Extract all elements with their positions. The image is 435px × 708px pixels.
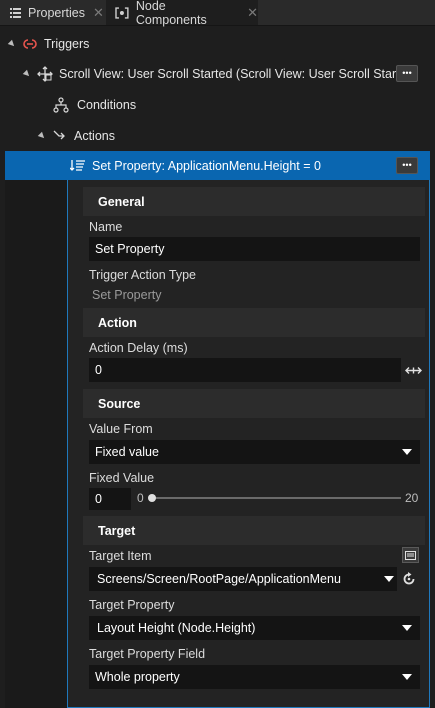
value-from-dropdown[interactable]: Fixed value (89, 440, 420, 464)
section-action-header[interactable]: Action (83, 308, 425, 337)
target-property-field-value: Whole property (95, 670, 180, 684)
name-value: Set Property (95, 242, 165, 256)
properties-icon (10, 7, 21, 18)
node-components-icon (115, 6, 129, 19)
target-property-label: Target Property (89, 598, 175, 612)
name-field[interactable]: Set Property (89, 237, 420, 261)
conditions-icon (53, 96, 69, 113)
section-title: Source (98, 396, 141, 411)
fixed-value-input[interactable]: 0 (89, 488, 131, 510)
tree-item-label: Set Property: ApplicationMenu.Height = 0 (92, 158, 321, 173)
trigger-action-type-label: Trigger Action Type (89, 268, 197, 282)
action-delay-label: Action Delay (ms) (89, 341, 188, 355)
target-property-dropdown[interactable]: Layout Height (Node.Height) (89, 616, 420, 640)
slider-min-label: 0 (137, 491, 144, 505)
tab-label: Node Components (135, 0, 207, 27)
tab-node-components[interactable]: Node Components ✕ (106, 0, 258, 27)
section-title: Action (98, 315, 137, 330)
tree-item-triggers[interactable]: Triggers (7, 28, 90, 59)
target-item-picker-button[interactable] (402, 547, 419, 563)
tree-item-label: Scroll View: User Scroll Started (Scroll… (59, 66, 418, 81)
section-target-header[interactable]: Target (83, 516, 425, 545)
target-item-dropdown[interactable]: Screens/Screen/RootPage/ApplicationMenu (89, 567, 397, 591)
slider-thumb[interactable] (148, 494, 156, 502)
selected-action-content: Set Property: ApplicationMenu.Height = 0 (70, 151, 321, 180)
value-from-label: Value From (89, 422, 153, 436)
more-icon: ••• (402, 68, 412, 78)
trigger-action-type-value: Set Property (92, 288, 162, 302)
section-title: General (98, 194, 145, 209)
section-title: Target (98, 523, 136, 538)
fixed-value-label: Fixed Value (89, 471, 155, 485)
actions-icon (53, 130, 65, 139)
chevron-down-icon (384, 576, 394, 582)
drag-adjust-icon[interactable] (405, 366, 422, 375)
section-general-header[interactable]: General (83, 187, 425, 216)
target-property-field-dropdown[interactable]: Whole property (89, 665, 420, 689)
target-property-field-label: Target Property Field (89, 647, 206, 661)
name-label: Name (89, 220, 123, 234)
target-item-label: Target Item (89, 549, 152, 563)
chevron-down-icon (402, 674, 412, 680)
scroll-view-icon (37, 65, 53, 82)
scroll-view-more-button[interactable]: ••• (396, 65, 418, 82)
close-tab-icon[interactable]: ✕ (93, 5, 104, 21)
value-from-value: Fixed value (95, 445, 159, 459)
chevron-down-icon (402, 449, 412, 455)
item-picker-icon (405, 550, 416, 560)
selected-action-more-button[interactable]: ••• (396, 157, 418, 174)
target-item-value: Screens/Screen/RootPage/ApplicationMenu (97, 572, 341, 586)
set-property-icon (70, 159, 85, 171)
chevron-down-icon (402, 625, 412, 631)
more-icon: ••• (402, 160, 412, 170)
indent-rail (5, 180, 67, 708)
expand-triangle-icon[interactable] (7, 39, 17, 48)
expand-triangle-icon[interactable] (22, 69, 32, 78)
close-tab-icon[interactable]: ✕ (247, 5, 258, 21)
tab-label: Properties (28, 5, 85, 20)
fixed-value: 0 (95, 492, 102, 506)
tree-item-scroll-view[interactable]: Scroll View: User Scroll Started (Scroll… (22, 58, 419, 89)
tree-item-conditions[interactable]: Conditions (53, 89, 136, 120)
action-delay-value: 0 (95, 363, 102, 377)
slider-max-label: 20 (405, 491, 419, 505)
fixed-value-slider[interactable] (152, 497, 401, 499)
trigger-icon (23, 38, 37, 49)
action-delay-input[interactable]: 0 (89, 358, 401, 382)
reset-target-icon[interactable] (402, 572, 416, 586)
tree-item-label: Actions (74, 128, 115, 143)
expand-triangle-icon[interactable] (37, 131, 47, 140)
tab-properties[interactable]: Properties ✕ (0, 0, 106, 25)
target-property-value: Layout Height (Node.Height) (97, 621, 256, 635)
tree-item-label: Conditions (77, 97, 137, 112)
tree-item-actions[interactable]: Actions (37, 120, 115, 151)
section-source-header[interactable]: Source (83, 389, 425, 418)
tree-item-label: Triggers (44, 36, 90, 51)
